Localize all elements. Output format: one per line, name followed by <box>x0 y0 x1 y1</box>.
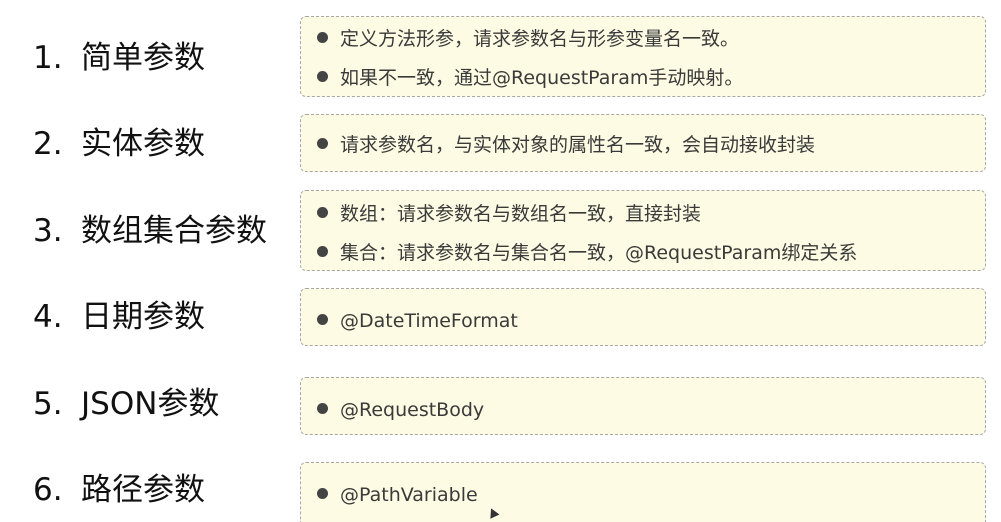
section-note-box: 定义方法形参，请求参数名与形参变量名一致。 如果不一致，通过@RequestPa… <box>300 16 986 97</box>
list-item: @DateTimeFormat <box>317 309 518 333</box>
section-title: 6. 路径参数 <box>33 472 205 508</box>
bullet-icon <box>317 207 328 218</box>
section-title: 5. JSON参数 <box>33 386 220 422</box>
bullet-icon <box>317 246 328 257</box>
list-item: 如果不一致，通过@RequestParam手动映射。 <box>317 66 743 90</box>
section-note-box: @PathVariable <box>300 462 986 522</box>
section-note-box: 数组：请求参数名与数组名一致，直接封装 集合：请求参数名与集合名一致，@Requ… <box>300 190 986 271</box>
list-item: 定义方法形参，请求参数名与形参变量名一致。 <box>317 27 739 51</box>
section-title: 1. 简单参数 <box>33 40 205 76</box>
section-title: 3. 数组集合参数 <box>33 213 267 249</box>
section-note-box: @RequestBody <box>300 377 986 435</box>
list-item: @PathVariable <box>317 483 478 507</box>
bullet-icon <box>317 403 328 414</box>
bullet-icon <box>317 71 328 82</box>
bullet-icon <box>317 488 328 499</box>
bullet-icon <box>317 32 328 43</box>
section-title: 2. 实体参数 <box>33 126 205 162</box>
list-item: 数组：请求参数名与数组名一致，直接封装 <box>317 202 701 226</box>
list-item: 集合：请求参数名与集合名一致，@RequestParam绑定关系 <box>317 241 857 265</box>
bullet-icon <box>317 314 328 325</box>
bullet-icon <box>317 138 328 149</box>
list-item: 请求参数名，与实体对象的属性名一致，会自动接收封装 <box>317 133 815 157</box>
list-item: @RequestBody <box>317 398 484 422</box>
section-title: 4. 日期参数 <box>33 299 205 335</box>
section-note-box: 请求参数名，与实体对象的属性名一致，会自动接收封装 <box>300 114 986 172</box>
section-note-box: @DateTimeFormat <box>300 288 986 346</box>
